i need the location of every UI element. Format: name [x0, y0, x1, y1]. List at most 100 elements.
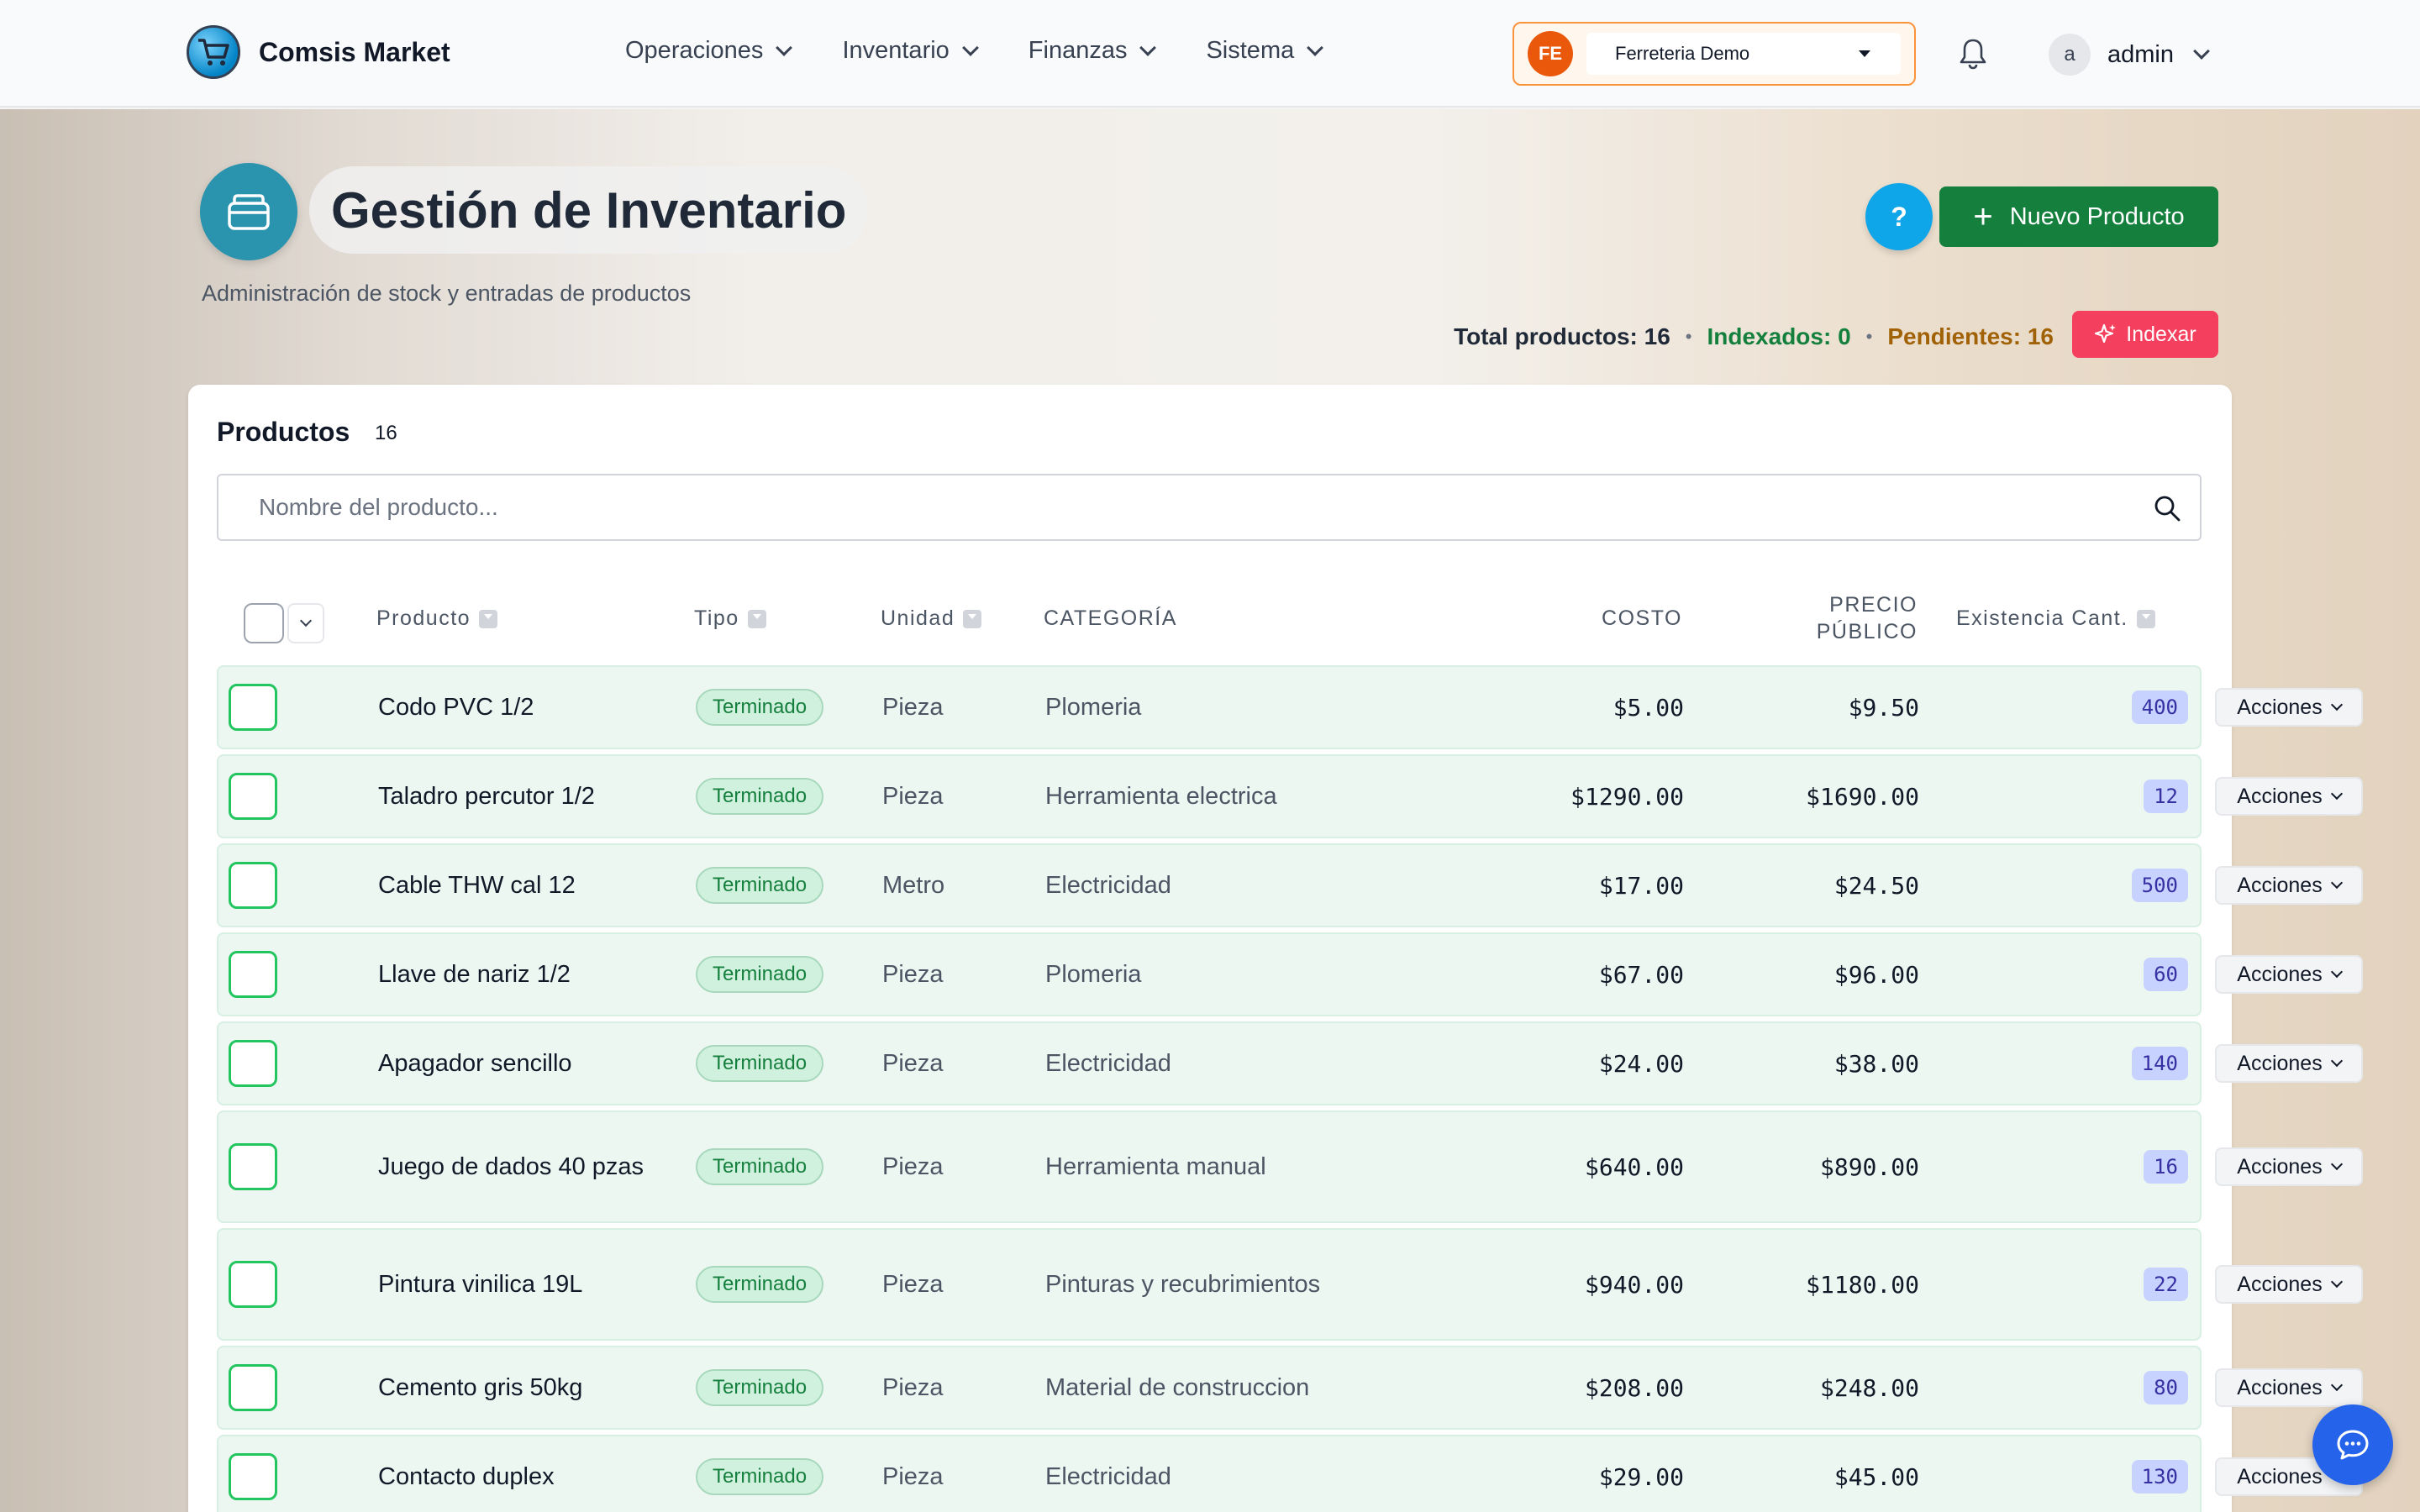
tenant-badge: FE	[1528, 31, 1573, 76]
user-menu[interactable]: a admin	[2049, 34, 2210, 76]
actions-button[interactable]: Acciones	[2215, 1044, 2363, 1083]
product-name: Cable THW cal 12	[378, 872, 576, 899]
table-row[interactable]: Pintura vinilica 19L Terminado Pieza Pintur…	[217, 1228, 2363, 1341]
chevron-down-icon	[2193, 43, 2210, 60]
column-type[interactable]: Tipo	[694, 606, 766, 631]
column-label: Existencia Cant.	[1956, 606, 2128, 630]
actions-button[interactable]: Acciones	[2215, 955, 2363, 994]
unit-label: Pieza	[882, 960, 944, 988]
cost-value: $29.00	[1598, 1462, 1684, 1491]
separator-dot: •	[1685, 326, 1692, 347]
category-label: Electricidad	[1045, 1050, 1171, 1077]
unit-label: Pieza	[882, 693, 944, 721]
table-row[interactable]: Cemento gris 50kg Terminado Pieza Material …	[217, 1346, 2363, 1430]
actions-button[interactable]: Acciones	[2215, 866, 2363, 905]
column-product[interactable]: Producto	[376, 606, 498, 631]
stock-badge: 80	[2144, 1371, 2188, 1404]
product-name: Apagador sencillo	[378, 1050, 572, 1077]
table-row[interactable]: Codo PVC 1/2 Terminado Pieza Plomeria $5.00 $…	[217, 665, 2363, 749]
product-name: Llave de nariz 1/2	[378, 961, 571, 988]
table-row[interactable]: Llave de nariz 1/2 Terminado Pieza Plomeria…	[217, 932, 2363, 1016]
select-all-checkbox[interactable]	[244, 603, 284, 643]
chat-button[interactable]	[2312, 1404, 2393, 1485]
column-label: CATEGORÍA	[1044, 606, 1177, 630]
category-label: Plomeria	[1045, 961, 1142, 988]
cost-value: $640.00	[1584, 1152, 1684, 1181]
nav-inventario[interactable]: Inventario	[842, 37, 979, 65]
row-checkbox[interactable]	[229, 951, 277, 998]
chevron-down-icon	[299, 614, 313, 627]
chevron-down-icon	[1307, 39, 1324, 56]
product-name: Contacto duplex	[378, 1463, 555, 1490]
table-row[interactable]: Cable THW cal 12 Terminado Metro Electricid…	[217, 843, 2363, 927]
actions-button[interactable]: Acciones	[2215, 1147, 2363, 1186]
stock-badge: 12	[2144, 780, 2188, 813]
search-input[interactable]	[218, 475, 2134, 539]
nav-finanzas[interactable]: Finanzas	[1028, 37, 1157, 65]
separator-dot: •	[1865, 326, 1873, 347]
table-row[interactable]: Taladro percutor 1/2 Terminado Pieza Herram…	[217, 754, 2363, 838]
search-icon[interactable]	[2153, 494, 2181, 522]
product-name: Pintura vinilica 19L	[378, 1271, 583, 1298]
price-value: $890.00	[1819, 1152, 1919, 1181]
tenant-name: Ferreteria Demo	[1615, 43, 1750, 64]
actions-button[interactable]: Acciones	[2215, 777, 2363, 816]
app-name: Comsis Market	[259, 36, 450, 67]
dropdown-arrow-icon	[1859, 50, 1870, 57]
table-row[interactable]: Juego de dados 40 pzas Terminado Pieza Herr…	[217, 1110, 2363, 1223]
new-product-label: Nuevo Producto	[2009, 202, 2185, 230]
category-label: Electricidad	[1045, 872, 1171, 899]
new-product-button[interactable]: + Nuevo Producto	[1939, 186, 2218, 247]
actions-label: Acciones	[2237, 962, 2323, 986]
actions-button[interactable]: Acciones	[2215, 1368, 2363, 1407]
chevron-down-icon	[776, 39, 793, 56]
brand[interactable]: Comsis Market	[187, 25, 450, 79]
nav-label: Finanzas	[1028, 37, 1128, 64]
chevron-down-icon	[2330, 1158, 2343, 1171]
category-label: Material de construccion	[1045, 1374, 1310, 1401]
column-label: Producto	[376, 606, 471, 630]
row-checkbox[interactable]	[229, 1143, 277, 1190]
unit-label: Pieza	[882, 1462, 944, 1490]
column-label: Unidad	[881, 606, 955, 630]
actions-button[interactable]: Acciones	[2215, 688, 2363, 727]
index-button[interactable]: Indexar	[2072, 311, 2218, 358]
stat-pending: Pendientes: 16	[1887, 323, 2054, 349]
table-row[interactable]: Apagador sencillo Terminado Pieza Electrici…	[217, 1021, 2363, 1105]
nav-sistema[interactable]: Sistema	[1206, 37, 1324, 65]
help-button[interactable]: ?	[1865, 183, 1933, 250]
row-checkbox[interactable]	[229, 1364, 277, 1411]
row-checkbox[interactable]	[229, 1040, 277, 1087]
tenant-select[interactable]: Ferreteria Demo	[1586, 33, 1901, 75]
column-category: CATEGORÍA	[1044, 606, 1177, 631]
page-title-pill: Gestión de Inventario	[309, 166, 869, 254]
type-badge: Terminado	[696, 778, 824, 815]
sort-icon	[479, 609, 498, 628]
unit-label: Pieza	[882, 782, 944, 810]
column-stock[interactable]: Existencia Cant.	[1956, 606, 2155, 631]
user-name: admin	[2107, 40, 2174, 68]
chevron-down-icon	[2330, 698, 2343, 711]
table-header: Producto Tipo Unidad CATEGORÍA COSTO PRE…	[217, 581, 2202, 662]
nav-operaciones[interactable]: Operaciones	[625, 37, 793, 65]
row-checkbox[interactable]	[229, 1453, 277, 1500]
row-checkbox[interactable]	[229, 773, 277, 820]
actions-label: Acciones	[2237, 1154, 2323, 1179]
category-label: Pinturas y recubrimientos	[1045, 1271, 1321, 1298]
type-badge: Terminado	[696, 1266, 824, 1303]
chevron-down-icon	[2330, 1054, 2343, 1068]
column-unit[interactable]: Unidad	[881, 606, 982, 631]
sparkles-icon	[2095, 323, 2117, 344]
bell-icon[interactable]	[1958, 37, 1988, 71]
table-row[interactable]: Contacto duplex Terminado Pieza Electricida…	[217, 1435, 2363, 1512]
actions-label: Acciones	[2237, 695, 2323, 719]
row-checkbox[interactable]	[229, 862, 277, 909]
row-checkbox[interactable]	[229, 684, 277, 731]
page-title: Gestión de Inventario	[331, 181, 847, 239]
actions-button[interactable]: Acciones	[2215, 1265, 2363, 1304]
cost-value: $67.00	[1598, 960, 1684, 989]
cost-value: $17.00	[1598, 871, 1684, 900]
stat-total: Total productos: 16	[1454, 323, 1670, 349]
bulk-select-dropdown[interactable]	[287, 603, 324, 643]
row-checkbox[interactable]	[229, 1261, 277, 1308]
